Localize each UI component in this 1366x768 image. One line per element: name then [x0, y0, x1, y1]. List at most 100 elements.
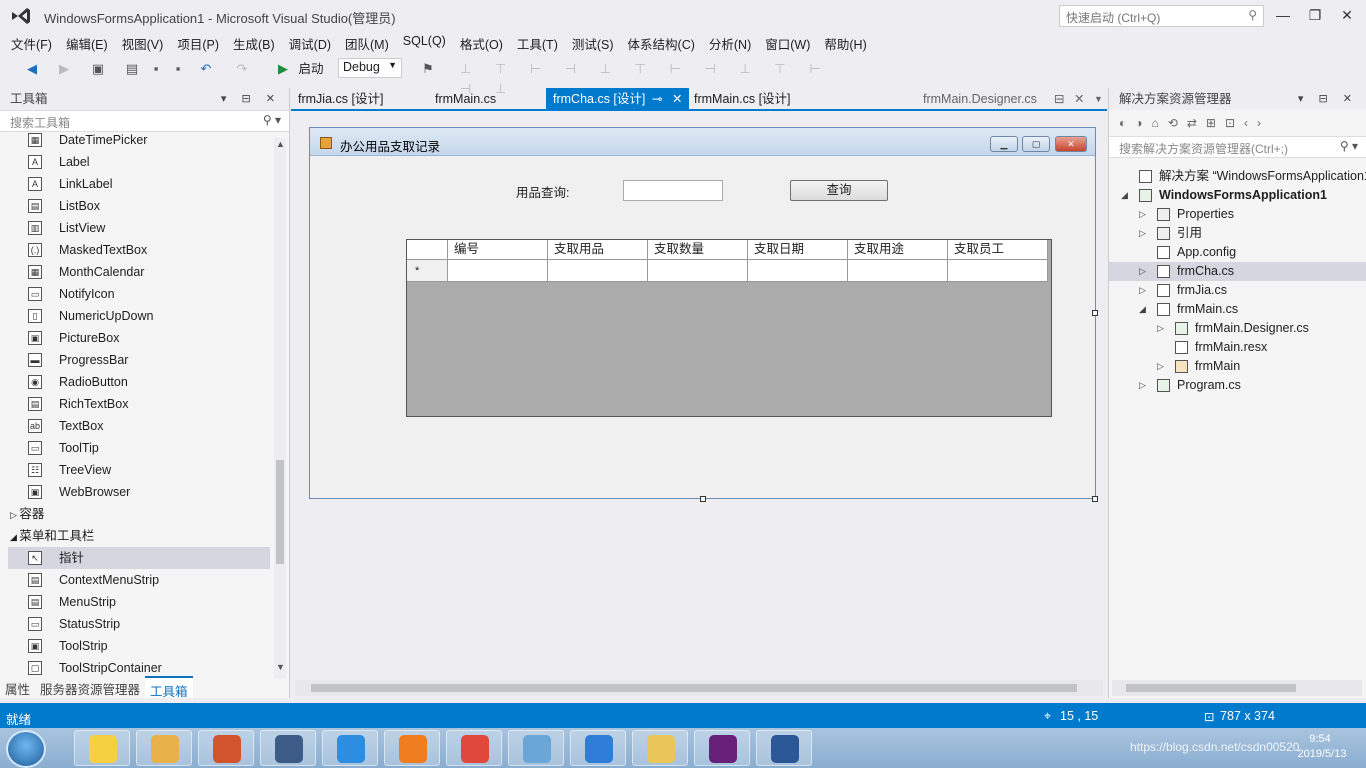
solution-tree-item[interactable]: ▷ Properties — [1109, 205, 1366, 224]
grid-cell[interactable] — [448, 260, 548, 282]
menu-item-10[interactable]: 测试(S) — [565, 32, 621, 54]
grid-cell[interactable] — [948, 260, 1048, 282]
expand-arrow-icon[interactable]: ▷ — [1157, 319, 1164, 338]
expand-arrow-icon[interactable]: ▷ — [1139, 224, 1146, 243]
toolbox-item[interactable]: ☷ TreeView — [8, 459, 270, 481]
query-input[interactable] — [623, 180, 723, 201]
refresh-icon[interactable]: ⇄ — [1187, 116, 1206, 130]
close-tab-icon[interactable]: ✕ — [672, 88, 682, 110]
resize-handle-right[interactable] — [1092, 310, 1098, 316]
close-tab-icon[interactable]: ✕ — [1074, 88, 1084, 110]
toolbox-item[interactable]: ▭ StatusStrip — [8, 613, 270, 635]
start-button[interactable] — [6, 730, 46, 768]
menu-item-4[interactable]: 生成(B) — [226, 32, 282, 54]
panel-controls-icon[interactable]: ▾ ⊟ ✕ — [1298, 88, 1358, 110]
open-icon[interactable]: ▤ — [122, 59, 142, 79]
collapse-icon[interactable]: ⊞ — [1206, 116, 1225, 130]
solution-tree-item[interactable]: frmMain.resx — [1109, 338, 1366, 357]
solution-tree-item[interactable]: ◢ WindowsFormsApplication1 — [1109, 186, 1366, 205]
find-icon[interactable]: ⚑ — [418, 59, 438, 79]
form-minimize-icon[interactable]: ▁ — [990, 136, 1018, 152]
save-icon[interactable]: ▪ — [146, 59, 166, 79]
designer-hscrollbar[interactable] — [295, 680, 1103, 696]
toolbox-item[interactable]: ▬ ProgressBar — [8, 349, 270, 371]
solution-config-select[interactable]: Debug ▼ — [338, 58, 402, 78]
expand-arrow-icon[interactable]: ▷ — [1139, 262, 1146, 281]
form-maximize-icon[interactable]: ▢ — [1022, 136, 1050, 152]
form-close-icon[interactable]: ✕ — [1055, 136, 1087, 152]
tab-frmcha-design[interactable]: frmCha.cs [设计] ⊸ ✕ — [546, 88, 689, 110]
solution-tree-item[interactable]: ◢ frmMain.cs — [1109, 300, 1366, 319]
forward-icon[interactable]: ▶ — [54, 59, 74, 79]
toolbox-group-menus[interactable]: ◢ 菜单和工具栏 — [10, 525, 94, 547]
start-icon[interactable]: ▶ — [276, 59, 290, 79]
toolbox-item[interactable]: ◉ RadioButton — [8, 371, 270, 393]
toolbox-item[interactable]: (.) MaskedTextBox — [8, 239, 270, 261]
toolbox-item[interactable]: ▣ WebBrowser — [8, 481, 270, 503]
menu-item-13[interactable]: 窗口(W) — [758, 32, 817, 54]
solution-tree-item[interactable]: ▷ 引用 — [1109, 224, 1366, 243]
new-project-icon[interactable]: ▣ — [88, 59, 108, 79]
toolbox-item[interactable]: ↖ 指针 — [8, 547, 270, 569]
solution-tree-item[interactable]: ▷ Program.cs — [1109, 376, 1366, 395]
pin-icon[interactable]: ⊟ — [1054, 88, 1064, 110]
expand-arrow-icon[interactable]: ▷ — [1139, 205, 1146, 224]
bottom-tab-1[interactable]: 服务器资源管理器 — [35, 676, 145, 698]
toolbox-item[interactable]: ▣ PictureBox — [8, 327, 270, 349]
toolbox-item[interactable]: ab TextBox — [8, 415, 270, 437]
maximize-button[interactable]: ❐ — [1302, 4, 1328, 26]
back-icon[interactable]: ◐ — [1119, 116, 1135, 130]
grid-column-header[interactable]: 支取数量 — [648, 240, 748, 260]
menu-item-12[interactable]: 分析(N) — [702, 32, 758, 54]
taskbar-button[interactable] — [446, 730, 502, 766]
forward-icon[interactable]: ◑ — [1135, 116, 1151, 130]
menu-item-9[interactable]: 工具(T) — [510, 32, 565, 54]
toolbox-item[interactable]: ▤ MenuStrip — [8, 591, 270, 613]
taskbar-button[interactable] — [260, 730, 316, 766]
expand-arrow-icon[interactable]: ▷ — [1157, 357, 1164, 376]
clock-time[interactable]: 9:54 — [1300, 733, 1340, 745]
grid-column-header[interactable]: 支取用品 — [548, 240, 648, 260]
grid-column-header[interactable]: 支取日期 — [748, 240, 848, 260]
tab-frmmain-designer-cs[interactable]: frmMain.Designer.cs ⊟ ✕ ▼ — [916, 88, 1106, 110]
taskbar-button[interactable] — [74, 730, 130, 766]
panel-controls-icon[interactable]: ▾ ⊟ ✕ — [221, 88, 281, 110]
minimize-button[interactable]: — — [1270, 4, 1296, 26]
menu-item-5[interactable]: 调试(D) — [282, 32, 338, 54]
solution-tree-item[interactable]: App.config — [1109, 243, 1366, 262]
resize-handle-bottom[interactable] — [700, 496, 706, 502]
sync-icon[interactable]: ⟲ — [1168, 116, 1187, 130]
taskbar-button[interactable] — [136, 730, 192, 766]
solution-tree-item[interactable]: ▷ frmJia.cs — [1109, 281, 1366, 300]
back-icon[interactable]: ◀ — [22, 59, 42, 79]
grid-cell[interactable] — [848, 260, 948, 282]
toolbox-item[interactable]: ▤ ListBox — [8, 195, 270, 217]
code-icon[interactable]: ‹› — [1244, 116, 1270, 130]
toolbox-item[interactable]: ▦ DateTimePicker — [8, 129, 270, 151]
grid-cell[interactable] — [548, 260, 648, 282]
grid-cell[interactable] — [648, 260, 748, 282]
redo-icon[interactable]: ↷ — [232, 59, 252, 79]
save-all-icon[interactable]: ▪ — [168, 59, 188, 79]
tab-frmjia-design[interactable]: frmJia.cs [设计] — [291, 88, 429, 110]
data-grid[interactable]: 编号 支取用品 支取数量 支取日期 支取用途 支取员工 * — [406, 239, 1052, 417]
toolbox-item[interactable]: ▤ RichTextBox — [8, 393, 270, 415]
taskbar-button[interactable] — [508, 730, 564, 766]
scroll-up-icon[interactable]: ▲ — [276, 139, 285, 149]
menu-item-7[interactable]: SQL(Q) — [396, 32, 453, 54]
solution-search-input[interactable]: 搜索解决方案资源管理器(Ctrl+;) ⚲ ▾ — [1109, 136, 1366, 158]
grid-cell[interactable] — [748, 260, 848, 282]
toolbox-item[interactable]: ▥ ListView — [8, 217, 270, 239]
tab-list-icon[interactable]: ▼ — [1094, 88, 1103, 110]
taskbar-button[interactable] — [756, 730, 812, 766]
toolbox-item[interactable]: ▣ ToolStrip — [8, 635, 270, 657]
tab-frmmain-design[interactable]: frmMain.cs [设计] — [687, 88, 827, 110]
menu-item-0[interactable]: 文件(F) — [4, 32, 59, 54]
grid-column-header[interactable]: 编号 — [448, 240, 548, 260]
solution-tree-item[interactable]: 解决方案 “WindowsFormsApplication1 — [1109, 167, 1366, 186]
grid-column-header[interactable]: 支取用途 — [848, 240, 948, 260]
expand-arrow-icon[interactable]: ◢ — [1121, 186, 1128, 205]
designer-scroll-thumb[interactable] — [311, 684, 1077, 692]
menu-item-1[interactable]: 编辑(E) — [59, 32, 115, 54]
toolbox-item[interactable]: ▦ MonthCalendar — [8, 261, 270, 283]
